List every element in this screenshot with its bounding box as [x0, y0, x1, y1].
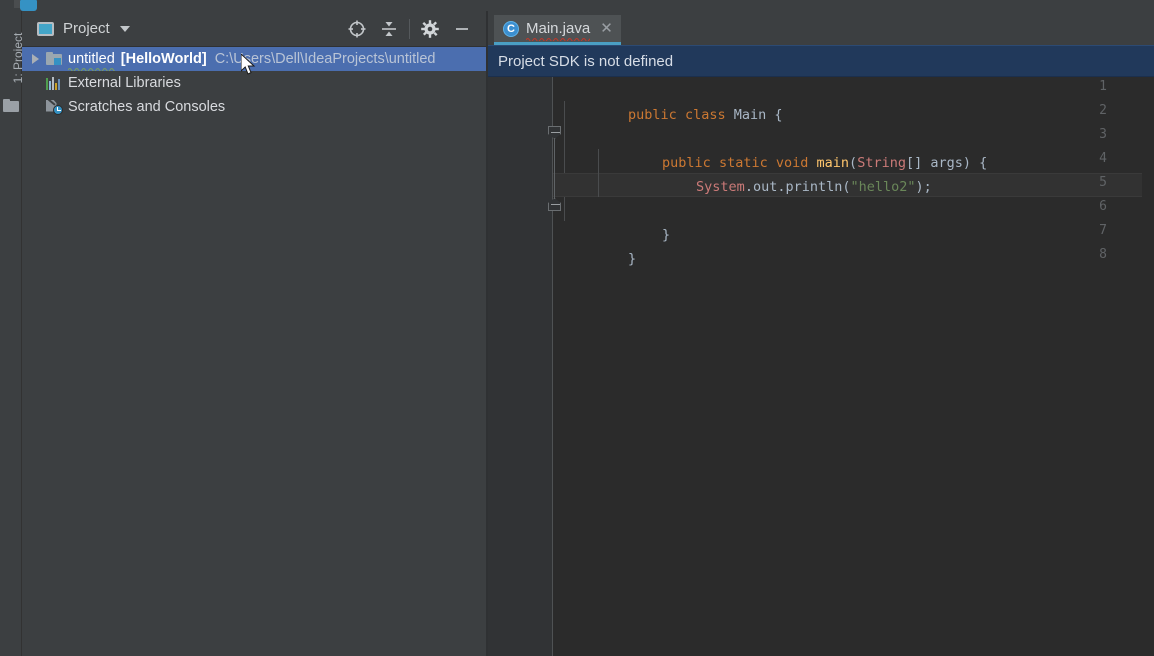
- scratches-icon: [44, 95, 64, 119]
- editor-right-margin: [1142, 77, 1154, 656]
- tree-item-label: External Libraries: [68, 75, 181, 91]
- project-tool-window: Project untitled [HelloWorld] C:\Users\D…: [22, 11, 486, 656]
- tree-row[interactable]: untitled [HelloWorld] C:\Users\Dell\Idea…: [22, 47, 486, 71]
- expand-arrow-icon[interactable]: [26, 47, 44, 71]
- code-line: System.out.println("hello2");: [696, 179, 932, 195]
- tree-item-label: untitled: [68, 51, 115, 71]
- tree-indent-spacer: [26, 71, 44, 95]
- editor-tab-main-java[interactable]: C Main.java ✕: [494, 15, 621, 45]
- code-line: }: [628, 251, 637, 267]
- indent-guide: [564, 197, 565, 221]
- tree-row[interactable]: External Libraries: [22, 71, 486, 95]
- gutter-divider: [552, 77, 553, 656]
- editor-gutter[interactable]: [488, 77, 552, 656]
- tab-filename: Main.java: [526, 19, 591, 37]
- project-panel-toolbar: [341, 11, 478, 47]
- java-class-icon: C: [503, 20, 519, 37]
- project-tree: untitled [HelloWorld] C:\Users\Dell\Idea…: [22, 47, 486, 119]
- minimize-icon[interactable]: [446, 11, 478, 47]
- project-view-icon: [37, 21, 54, 36]
- line-number: 7: [1099, 223, 1107, 238]
- tool-window-bar-left: 1: Project: [0, 11, 25, 656]
- line-number: 4: [1099, 151, 1107, 166]
- libraries-bars-icon: [44, 71, 64, 95]
- line-number: 2: [1099, 103, 1107, 118]
- code-line: public class Main {: [628, 107, 783, 123]
- error-squiggle: [526, 37, 591, 41]
- editor-tab-label: Main.java: [526, 19, 591, 41]
- project-panel-title: Project: [63, 20, 110, 37]
- code-line: public static void main(String[] args) {: [662, 155, 988, 171]
- close-icon[interactable]: ✕: [600, 21, 613, 36]
- line-number: 3: [1099, 127, 1107, 142]
- editor-area: C Main.java ✕ Project SDK is not defined: [488, 11, 1154, 656]
- folder-icon[interactable]: [3, 99, 19, 112]
- code-editor[interactable]: 1 2 3 4 5 6 7 8 public class Main { publ…: [488, 77, 1154, 656]
- tree-item-label: Scratches and Consoles: [68, 99, 226, 115]
- sdk-notification-banner: Project SDK is not defined: [488, 45, 1154, 77]
- gear-icon[interactable]: [414, 11, 446, 47]
- chevron-down-icon[interactable]: [119, 25, 130, 32]
- module-badge: [HelloWorld]: [120, 51, 207, 67]
- module-name: untitled: [68, 51, 115, 67]
- module-folder-icon: [44, 47, 64, 71]
- line-number: 6: [1099, 199, 1107, 214]
- module-path: C:\Users\Dell\IdeaProjects\untitled: [214, 51, 436, 67]
- line-number: 1: [1099, 79, 1107, 94]
- line-number: 5: [1099, 175, 1107, 190]
- fold-region-connector: [554, 139, 555, 203]
- line-number: 8: [1099, 247, 1107, 262]
- toolbar-divider: [409, 19, 410, 39]
- code-line: }: [662, 227, 671, 243]
- tree-row[interactable]: Scratches and Consoles: [22, 95, 486, 119]
- notification-text: Project SDK is not defined: [498, 52, 674, 70]
- collapse-all-icon[interactable]: [373, 11, 405, 47]
- locate-in-tree-icon[interactable]: [341, 11, 373, 47]
- ide-window: 1: Project Project untitled [HelloWorld]…: [0, 0, 1154, 656]
- editor-tab-bar: C Main.java ✕: [488, 11, 1154, 45]
- window-chrome-sliver: [0, 0, 1154, 11]
- chrome-blue-chip-icon: [20, 0, 37, 11]
- project-panel-header: Project: [22, 11, 486, 47]
- tree-indent-spacer: [26, 95, 44, 119]
